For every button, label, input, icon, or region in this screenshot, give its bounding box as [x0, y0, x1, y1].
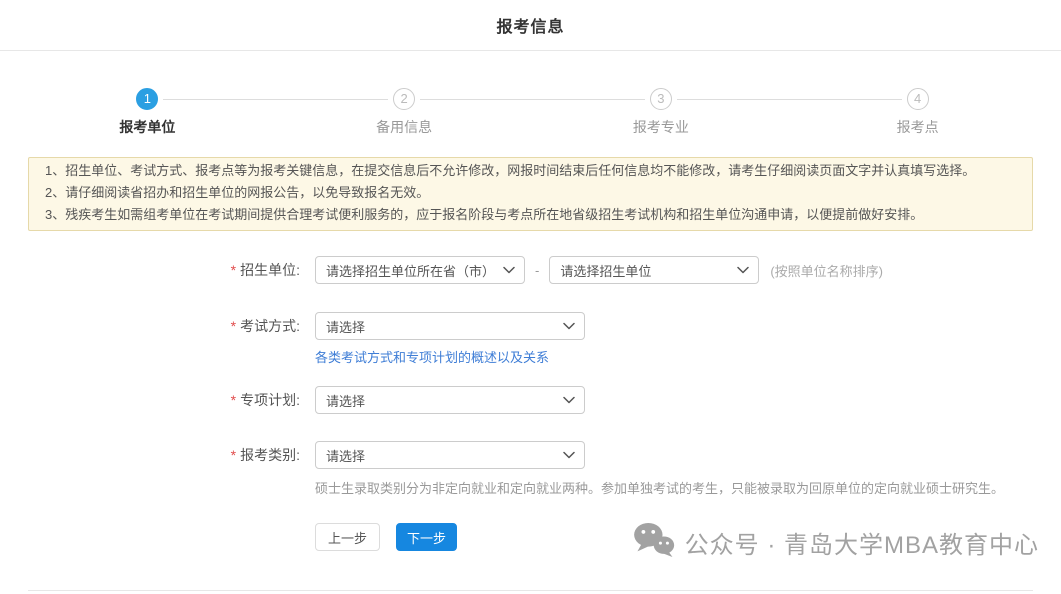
- stepper: 1 报考单位 2 备用信息 3 报考专业 4 报考点: [19, 51, 1046, 136]
- application-category-note: 硕士生录取类别分为非定向就业和定向就业两种。参加单独考试的考生，只能被录取为回原…: [315, 480, 1004, 497]
- chevron-down-icon: [503, 266, 515, 274]
- application-category-note-row: 硕士生录取类别分为非定向就业和定向就业两种。参加单独考试的考生，只能被录取为回原…: [28, 480, 1033, 497]
- next-step-button[interactable]: 下一步: [396, 523, 457, 551]
- content-panel: 1 报考单位 2 备用信息 3 报考专业 4 报考点 1、招生单位、考试方式、报…: [28, 51, 1033, 591]
- step-label: 报考单位: [119, 118, 175, 136]
- field-row-exam-method: *考试方式: 请选择: [28, 312, 1033, 340]
- exam-method-label: *考试方式:: [28, 312, 315, 340]
- unit-select[interactable]: 请选择招生单位: [549, 256, 759, 284]
- chevron-down-icon: [563, 451, 575, 459]
- step-backup-info: 2 备用信息: [276, 88, 533, 136]
- step-exam-site: 4 报考点: [789, 88, 1046, 136]
- required-asterisk: *: [231, 318, 236, 334]
- application-category-select[interactable]: 请选择: [315, 441, 585, 469]
- page-title: 报考信息: [496, 13, 564, 37]
- recruiting-unit-label: *招生单位:: [28, 256, 315, 284]
- step-number-badge: 4: [907, 88, 929, 110]
- page-header: 报考信息: [0, 0, 1061, 51]
- required-asterisk: *: [231, 447, 236, 463]
- step-label: 报考点: [897, 118, 939, 136]
- province-select[interactable]: 请选择招生单位所在省（市）: [315, 256, 525, 284]
- application-category-label: *报考类别:: [28, 441, 315, 469]
- step-label: 报考专业: [633, 118, 689, 136]
- notice-line: 3、残疾考生如需组考单位在考试期间提供合理考试便利服务的，应于报名阶段与考点所在…: [45, 204, 1016, 226]
- registration-page: 报考信息 1 报考单位 2 备用信息 3 报考专业 4 报考点 1、招生单位、考…: [0, 0, 1061, 594]
- required-asterisk: *: [231, 262, 236, 278]
- step-number-badge: 1: [136, 88, 158, 110]
- step-number-badge: 2: [393, 88, 415, 110]
- chevron-down-icon: [563, 396, 575, 404]
- prev-step-button[interactable]: 上一步: [315, 523, 380, 551]
- special-plan-label: *专项计划:: [28, 386, 315, 414]
- field-row-recruiting-unit: *招生单位: 请选择招生单位所在省（市） - 请选择招生单位: [28, 256, 1033, 284]
- exam-method-help-row: 各类考试方式和专项计划的概述以及关系: [28, 350, 1033, 366]
- chevron-down-icon: [563, 322, 575, 330]
- field-row-application-category: *报考类别: 请选择: [28, 441, 1033, 469]
- special-plan-select[interactable]: 请选择: [315, 386, 585, 414]
- field-row-special-plan: *专项计划: 请选择: [28, 386, 1033, 414]
- notice-line: 2、请仔细阅读省招办和招生单位的网报公告，以免导致报名无效。: [45, 182, 1016, 204]
- step-label: 备用信息: [376, 118, 432, 136]
- chevron-down-icon: [737, 266, 749, 274]
- exam-method-overview-link[interactable]: 各类考试方式和专项计划的概述以及关系: [315, 350, 549, 366]
- registration-form: *招生单位: 请选择招生单位所在省（市） - 请选择招生单位: [28, 256, 1033, 551]
- unit-sort-hint: (按照单位名称排序): [770, 261, 883, 280]
- notice-line: 1、招生单位、考试方式、报考点等为报考关键信息，在提交信息后不允许修改，网报时间…: [45, 160, 1016, 182]
- exam-method-select[interactable]: 请选择: [315, 312, 585, 340]
- step-number-badge: 3: [650, 88, 672, 110]
- form-actions: 上一步 下一步: [315, 523, 1033, 551]
- notice-box: 1、招生单位、考试方式、报考点等为报考关键信息，在提交信息后不允许修改，网报时间…: [28, 157, 1033, 231]
- step-recruiting-unit: 1 报考单位: [19, 88, 276, 136]
- step-major: 3 报考专业: [533, 88, 790, 136]
- required-asterisk: *: [231, 392, 236, 408]
- separator-dash: -: [535, 263, 539, 278]
